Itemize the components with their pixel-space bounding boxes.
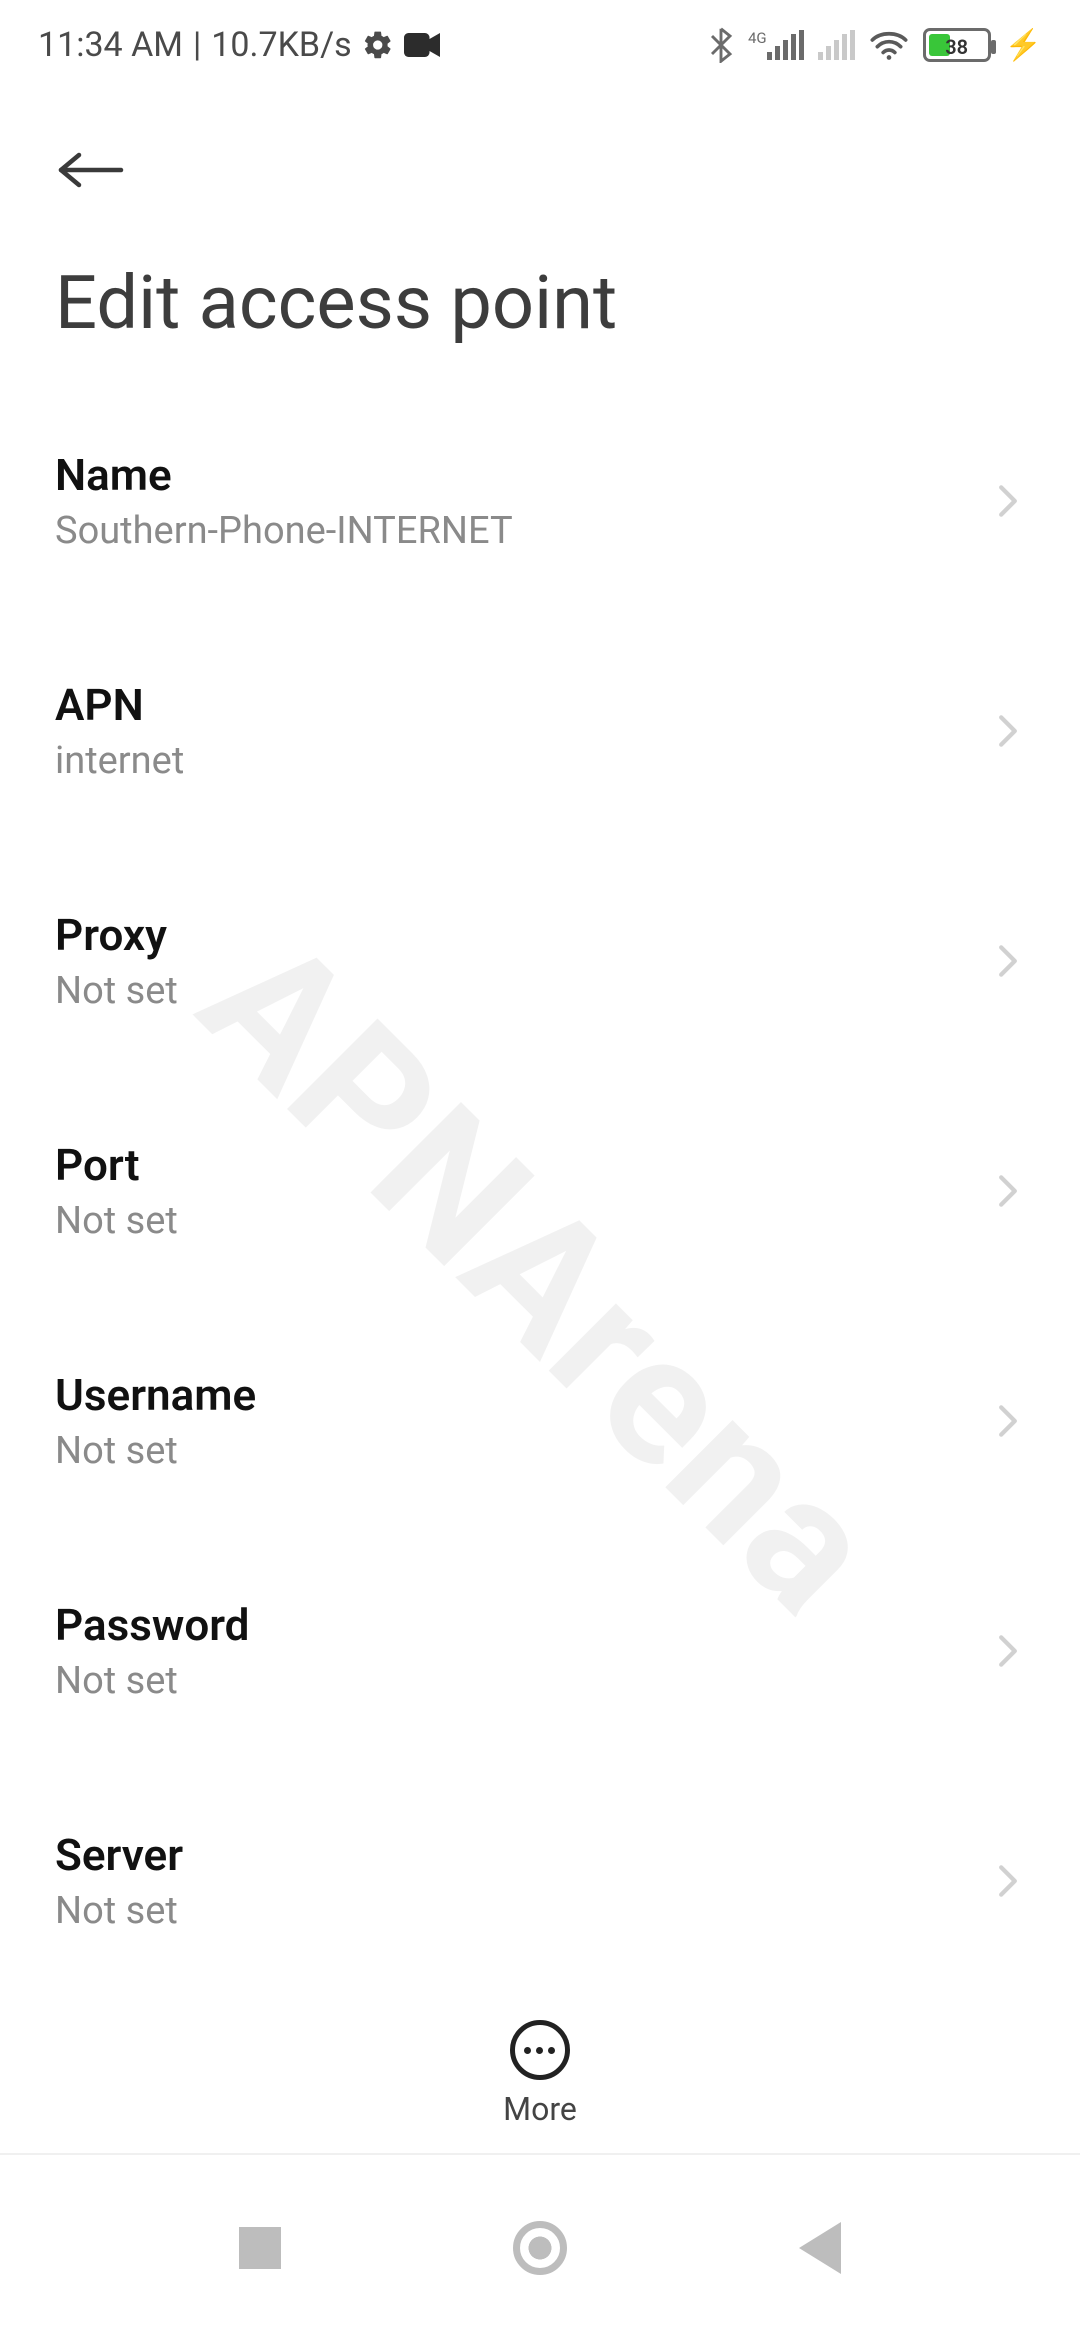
row-value: Not set	[55, 1429, 991, 1473]
chevron-right-icon	[991, 944, 1025, 978]
row-text-group: Proxy Not set	[55, 909, 991, 1013]
row-value: Not set	[55, 1889, 991, 1933]
settings-row[interactable]: APN internet	[0, 647, 1080, 815]
row-label: Password	[55, 1599, 991, 1651]
nav-back-button[interactable]	[790, 2218, 850, 2278]
row-value: Southern-Phone-INTERNET	[55, 509, 991, 553]
charging-bolt-icon: ⚡	[1005, 28, 1042, 63]
row-label: APN	[55, 679, 991, 731]
bluetooth-icon	[708, 27, 734, 63]
signal-sim2-icon	[818, 30, 855, 60]
wifi-icon	[869, 29, 909, 61]
page-title: Edit access point	[0, 250, 1080, 387]
settings-row[interactable]: Username Not set	[0, 1337, 1080, 1505]
status-bar: 11:34 AM | 10.7KB/s 4G 38 ⚡	[0, 0, 1080, 90]
status-time: 11:34 AM	[38, 25, 183, 65]
chevron-right-icon	[991, 1404, 1025, 1438]
settings-row[interactable]: Password Not set	[0, 1567, 1080, 1735]
video-camera-icon	[404, 31, 440, 59]
row-value: Not set	[55, 1659, 991, 1703]
row-text-group: APN internet	[55, 679, 991, 783]
nav-home-button[interactable]	[510, 2218, 570, 2278]
triangle-left-icon	[799, 2222, 841, 2274]
circle-icon	[513, 2221, 567, 2275]
settings-list[interactable]: APNArena NameSouthern-Phone-INTERNETAPNi…	[0, 387, 1080, 2002]
battery-icon: 38	[923, 28, 991, 62]
row-text-group: Username Not set	[55, 1369, 991, 1473]
system-nav-bar	[0, 2155, 1080, 2340]
more-label: More	[503, 2090, 577, 2128]
gear-icon	[362, 29, 394, 61]
row-value: internet	[55, 739, 991, 783]
battery-percent: 38	[926, 35, 988, 59]
row-value: Not set	[55, 1199, 991, 1243]
chevron-right-icon	[991, 1634, 1025, 1668]
chevron-right-icon	[991, 714, 1025, 748]
row-text-group: Port Not set	[55, 1139, 991, 1243]
chevron-right-icon	[991, 1864, 1025, 1898]
nav-recents-button[interactable]	[230, 2218, 290, 2278]
row-text-group: Password Not set	[55, 1599, 991, 1703]
arrow-left-icon	[55, 146, 127, 194]
row-label: Proxy	[55, 909, 991, 961]
square-icon	[239, 2227, 281, 2269]
status-netspeed: 10.7KB/s	[211, 25, 351, 65]
settings-row[interactable]: Port Not set	[0, 1107, 1080, 1275]
status-right-group: 4G 38 ⚡	[708, 27, 1042, 63]
row-value: Not set	[55, 969, 991, 1013]
status-separator: |	[193, 25, 201, 65]
app-bar	[0, 90, 1080, 250]
row-label: Username	[55, 1369, 991, 1421]
settings-row[interactable]: Name Southern-Phone-INTERNET	[0, 417, 1080, 585]
signal-sim1: 4G	[748, 30, 804, 60]
more-button[interactable]: More	[503, 2020, 577, 2128]
row-label: Name	[55, 449, 991, 501]
chevron-right-icon	[991, 484, 1025, 518]
back-button[interactable]	[55, 134, 127, 206]
settings-row[interactable]: Server Not set	[0, 1797, 1080, 1965]
bottom-action-bar: More	[0, 1995, 1080, 2155]
row-text-group: Server Not set	[55, 1829, 991, 1933]
signal-bars-icon	[767, 30, 804, 60]
row-label: Port	[55, 1139, 991, 1191]
settings-row[interactable]: Proxy Not set	[0, 877, 1080, 1045]
chevron-right-icon	[991, 1174, 1025, 1208]
row-text-group: Name Southern-Phone-INTERNET	[55, 449, 991, 553]
network-type-badge: 4G	[748, 32, 767, 44]
row-label: Server	[55, 1829, 991, 1881]
status-left-group: 11:34 AM | 10.7KB/s	[38, 25, 440, 65]
more-icon	[510, 2020, 570, 2080]
